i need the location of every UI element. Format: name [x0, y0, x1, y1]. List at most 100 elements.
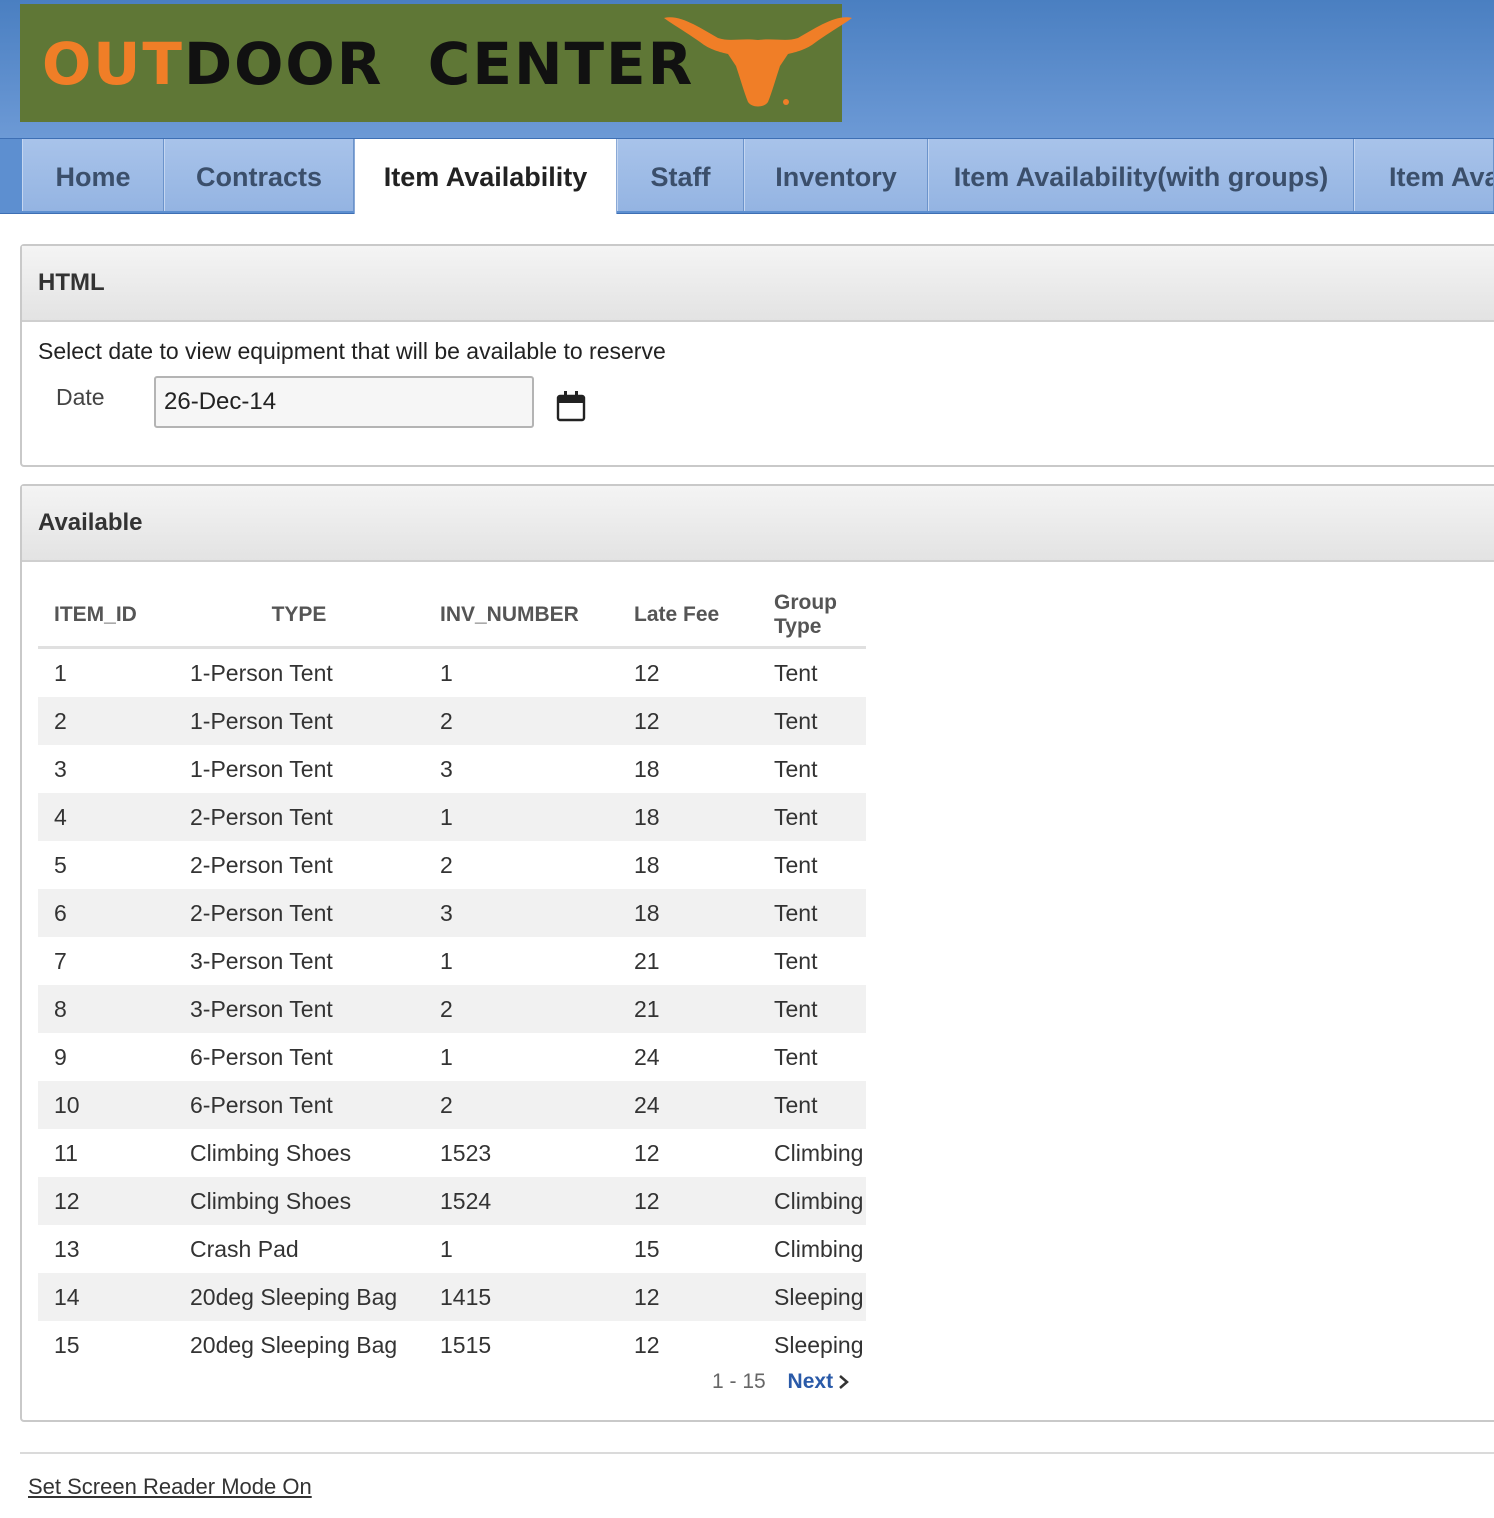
availability-table: ITEM_ID TYPE INV_NUMBER Late Fee Group T…	[38, 584, 866, 1369]
cell-type: 1-Person Tent	[174, 745, 424, 793]
cell-group-type: Climbing	[758, 1225, 866, 1273]
cell-type: Climbing Shoes	[174, 1177, 424, 1225]
cell-late-fee: 18	[618, 745, 758, 793]
table-header-row: ITEM_ID TYPE INV_NUMBER Late Fee Group T…	[38, 584, 866, 649]
table-row: 1 1-Person Tent 1 12 Tent	[38, 647, 866, 697]
cell-type: Crash Pad	[174, 1225, 424, 1273]
pagination: 1 - 15 Next	[712, 1370, 851, 1394]
cell-late-fee: 18	[618, 889, 758, 937]
cell-type: 2-Person Tent	[174, 889, 424, 937]
cell-item-id: 7	[38, 937, 174, 985]
cell-type: 20deg Sleeping Bag	[174, 1273, 424, 1321]
tab-item-availability-with-groups[interactable]: Item Availability(with groups)	[928, 139, 1354, 211]
calendar-icon[interactable]	[556, 390, 586, 422]
cell-late-fee: 24	[618, 1081, 758, 1129]
cell-late-fee: 18	[618, 793, 758, 841]
cell-item-id: 10	[38, 1081, 174, 1129]
cell-group-type: Tent	[758, 793, 866, 841]
table-row: 8 3-Person Tent 2 21 Tent	[38, 985, 866, 1033]
cell-type: 3-Person Tent	[174, 937, 424, 985]
tab-home[interactable]: Home	[22, 139, 164, 211]
pagination-range: 1 - 15	[712, 1370, 766, 1393]
cell-type: 3-Person Tent	[174, 985, 424, 1033]
table-row: 3 1-Person Tent 3 18 Tent	[38, 745, 866, 793]
available-items-region: Available ITEM_ID TYPE INV_NUMBER Late F…	[20, 484, 1494, 1422]
cell-item-id: 1	[38, 647, 174, 697]
tab-contracts[interactable]: Contracts	[164, 139, 354, 211]
date-label: Date	[56, 384, 105, 410]
table-row: 5 2-Person Tent 2 18 Tent	[38, 841, 866, 889]
next-page-link[interactable]: Next	[788, 1370, 852, 1393]
column-header-late-fee[interactable]: Late Fee	[618, 584, 758, 649]
cell-inv-number: 2	[424, 1081, 618, 1129]
cell-inv-number: 1524	[424, 1177, 618, 1225]
cell-inv-number: 1	[424, 937, 618, 985]
cell-late-fee: 12	[618, 1273, 758, 1321]
table-row: 7 3-Person Tent 1 21 Tent	[38, 937, 866, 985]
cell-inv-number: 2	[424, 985, 618, 1033]
app-header: OUTDOOR CENTER	[0, 0, 1494, 140]
cell-item-id: 11	[38, 1129, 174, 1177]
cell-group-type: Tent	[758, 647, 866, 697]
cell-late-fee: 15	[618, 1225, 758, 1273]
table-row: 13 Crash Pad 1 15 Climbing	[38, 1225, 866, 1273]
table-row: 6 2-Person Tent 3 18 Tent	[38, 889, 866, 937]
cell-inv-number: 1523	[424, 1129, 618, 1177]
cell-item-id: 2	[38, 697, 174, 745]
cell-inv-number: 2	[424, 697, 618, 745]
cell-group-type: Tent	[758, 937, 866, 985]
table-row: 11 Climbing Shoes 1523 12 Climbing	[38, 1129, 866, 1177]
footer-divider	[20, 1452, 1494, 1454]
column-header-item-id[interactable]: ITEM_ID	[38, 584, 174, 649]
cell-late-fee: 21	[618, 937, 758, 985]
cell-group-type: Tent	[758, 841, 866, 889]
cell-type: 6-Person Tent	[174, 1081, 424, 1129]
cell-inv-number: 1	[424, 1033, 618, 1081]
cell-late-fee: 12	[618, 697, 758, 745]
cell-late-fee: 12	[618, 1321, 758, 1369]
cell-inv-number: 2	[424, 841, 618, 889]
cell-group-type: Tent	[758, 1081, 866, 1129]
column-header-inv-number[interactable]: INV_NUMBER	[424, 584, 618, 649]
cell-item-id: 15	[38, 1321, 174, 1369]
cell-inv-number: 1515	[424, 1321, 618, 1369]
cell-inv-number: 1	[424, 1225, 618, 1273]
cell-type: Climbing Shoes	[174, 1129, 424, 1177]
cell-item-id: 14	[38, 1273, 174, 1321]
cell-inv-number: 1	[424, 647, 618, 697]
tab-item-availability-more[interactable]: Item Ava	[1354, 139, 1494, 211]
column-header-type[interactable]: TYPE	[174, 584, 424, 649]
table-row: 2 1-Person Tent 2 12 Tent	[38, 697, 866, 745]
table-row: 4 2-Person Tent 1 18 Tent	[38, 793, 866, 841]
cell-group-type: Sleeping	[758, 1273, 866, 1321]
cell-item-id: 8	[38, 985, 174, 1033]
cell-group-type: Tent	[758, 889, 866, 937]
cell-group-type: Tent	[758, 745, 866, 793]
next-label: Next	[787, 1370, 834, 1393]
tab-inventory[interactable]: Inventory	[744, 139, 928, 211]
tab-item-availability[interactable]: Item Availability	[354, 139, 617, 214]
cell-inv-number: 1415	[424, 1273, 618, 1321]
cell-late-fee: 18	[618, 841, 758, 889]
region-title: Available	[22, 486, 1494, 562]
date-field[interactable]	[154, 376, 534, 428]
longhorn-icon	[664, 17, 852, 107]
cell-late-fee: 12	[618, 1177, 758, 1225]
cell-group-type: Tent	[758, 985, 866, 1033]
cell-late-fee: 21	[618, 985, 758, 1033]
tab-staff[interactable]: Staff	[617, 139, 744, 211]
cell-item-id: 13	[38, 1225, 174, 1273]
cell-group-type: Climbing	[758, 1129, 866, 1177]
screen-reader-mode-link[interactable]: Set Screen Reader Mode On	[28, 1474, 312, 1500]
cell-type: 20deg Sleeping Bag	[174, 1321, 424, 1369]
cell-group-type: Tent	[758, 697, 866, 745]
cell-inv-number: 3	[424, 889, 618, 937]
column-header-group-type[interactable]: Group Type	[758, 584, 866, 649]
cell-late-fee: 12	[618, 647, 758, 697]
outdoor-center-logo[interactable]: OUTDOOR CENTER	[20, 4, 852, 122]
table-row: 15 20deg Sleeping Bag 1515 12 Sleeping	[38, 1321, 866, 1369]
region-title: HTML	[22, 246, 1494, 322]
cell-group-type: Sleeping	[758, 1321, 866, 1369]
cell-type: 1-Person Tent	[174, 697, 424, 745]
cell-item-id: 9	[38, 1033, 174, 1081]
